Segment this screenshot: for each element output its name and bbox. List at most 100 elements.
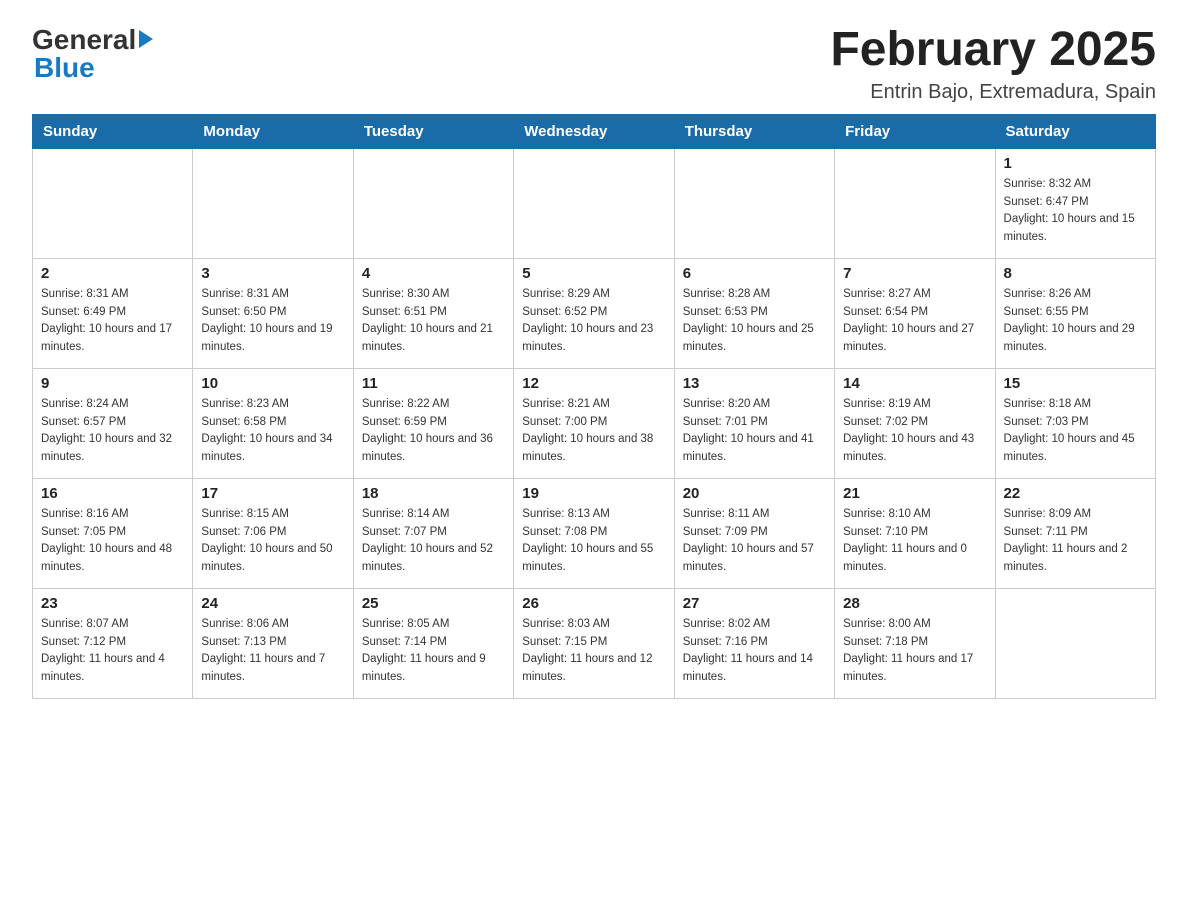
day-number: 1 — [1004, 155, 1147, 172]
day-number: 24 — [201, 595, 344, 612]
header-monday: Monday — [193, 114, 353, 148]
cell-week5-day0: 23 Sunrise: 8:07 AMSunset: 7:12 PMDayligh… — [33, 588, 193, 698]
cell-week1-day6: 1 Sunrise: 8:32 AMSunset: 6:47 PMDaylight… — [995, 148, 1155, 258]
cell-week4-day1: 17 Sunrise: 8:15 AMSunset: 7:06 PMDayligh… — [193, 478, 353, 588]
cell-week3-day4: 13 Sunrise: 8:20 AMSunset: 7:01 PMDayligh… — [674, 368, 834, 478]
cell-week5-day3: 26 Sunrise: 8:03 AMSunset: 7:15 PMDayligh… — [514, 588, 674, 698]
day-number: 20 — [683, 485, 826, 502]
day-number: 4 — [362, 265, 505, 282]
day-info: Sunrise: 8:30 AMSunset: 6:51 PMDaylight:… — [362, 286, 505, 357]
title-block: February 2025 Entrin Bajo, Extremadura, … — [830, 24, 1156, 104]
day-number: 19 — [522, 485, 665, 502]
day-info: Sunrise: 8:27 AMSunset: 6:54 PMDaylight:… — [843, 286, 986, 357]
day-info: Sunrise: 8:03 AMSunset: 7:15 PMDaylight:… — [522, 616, 665, 687]
day-info: Sunrise: 8:06 AMSunset: 7:13 PMDaylight:… — [201, 616, 344, 687]
day-info: Sunrise: 8:29 AMSunset: 6:52 PMDaylight:… — [522, 286, 665, 357]
header-tuesday: Tuesday — [353, 114, 513, 148]
cell-week4-day4: 20 Sunrise: 8:11 AMSunset: 7:09 PMDayligh… — [674, 478, 834, 588]
logo-blue-text: Blue — [34, 52, 95, 83]
day-number: 2 — [41, 265, 184, 282]
cell-week1-day0 — [33, 148, 193, 258]
cell-week5-day1: 24 Sunrise: 8:06 AMSunset: 7:13 PMDayligh… — [193, 588, 353, 698]
cell-week3-day6: 15 Sunrise: 8:18 AMSunset: 7:03 PMDayligh… — [995, 368, 1155, 478]
cell-week2-day1: 3 Sunrise: 8:31 AMSunset: 6:50 PMDaylight… — [193, 258, 353, 368]
day-info: Sunrise: 8:02 AMSunset: 7:16 PMDaylight:… — [683, 616, 826, 687]
day-number: 5 — [522, 265, 665, 282]
header-thursday: Thursday — [674, 114, 834, 148]
day-info: Sunrise: 8:07 AMSunset: 7:12 PMDaylight:… — [41, 616, 184, 687]
cell-week5-day4: 27 Sunrise: 8:02 AMSunset: 7:16 PMDayligh… — [674, 588, 834, 698]
cell-week1-day1 — [193, 148, 353, 258]
day-number: 16 — [41, 485, 184, 502]
day-number: 7 — [843, 265, 986, 282]
day-info: Sunrise: 8:05 AMSunset: 7:14 PMDaylight:… — [362, 616, 505, 687]
day-number: 12 — [522, 375, 665, 392]
day-number: 15 — [1004, 375, 1147, 392]
day-info: Sunrise: 8:31 AMSunset: 6:49 PMDaylight:… — [41, 286, 184, 357]
day-number: 6 — [683, 265, 826, 282]
cell-week4-day5: 21Sunrise: 8:10 AMSunset: 7:10 PMDayligh… — [835, 478, 995, 588]
week-row-5: 23 Sunrise: 8:07 AMSunset: 7:12 PMDayligh… — [33, 588, 1156, 698]
day-info: Sunrise: 8:14 AMSunset: 7:07 PMDaylight:… — [362, 506, 505, 577]
day-info: Sunrise: 8:19 AMSunset: 7:02 PMDaylight:… — [843, 396, 986, 467]
cell-week1-day3 — [514, 148, 674, 258]
day-number: 3 — [201, 265, 344, 282]
day-info: Sunrise: 8:00 AMSunset: 7:18 PMDaylight:… — [843, 616, 986, 687]
day-info: Sunrise: 8:32 AMSunset: 6:47 PMDaylight:… — [1004, 176, 1147, 247]
day-info: Sunrise: 8:26 AMSunset: 6:55 PMDaylight:… — [1004, 286, 1147, 357]
day-info: Sunrise: 8:11 AMSunset: 7:09 PMDaylight:… — [683, 506, 826, 577]
cell-week1-day4 — [674, 148, 834, 258]
week-row-4: 16 Sunrise: 8:16 AMSunset: 7:05 PMDayligh… — [33, 478, 1156, 588]
cell-week2-day6: 8 Sunrise: 8:26 AMSunset: 6:55 PMDaylight… — [995, 258, 1155, 368]
day-number: 17 — [201, 485, 344, 502]
day-info: Sunrise: 8:20 AMSunset: 7:01 PMDaylight:… — [683, 396, 826, 467]
day-info: Sunrise: 8:22 AMSunset: 6:59 PMDaylight:… — [362, 396, 505, 467]
cell-week5-day5: 28 Sunrise: 8:00 AMSunset: 7:18 PMDayligh… — [835, 588, 995, 698]
day-info: Sunrise: 8:24 AMSunset: 6:57 PMDaylight:… — [41, 396, 184, 467]
day-info: Sunrise: 8:28 AMSunset: 6:53 PMDaylight:… — [683, 286, 826, 357]
day-info: Sunrise: 8:23 AMSunset: 6:58 PMDaylight:… — [201, 396, 344, 467]
cell-week3-day2: 11Sunrise: 8:22 AMSunset: 6:59 PMDayligh… — [353, 368, 513, 478]
cell-week2-day0: 2 Sunrise: 8:31 AMSunset: 6:49 PMDaylight… — [33, 258, 193, 368]
day-info: Sunrise: 8:13 AMSunset: 7:08 PMDaylight:… — [522, 506, 665, 577]
day-number: 10 — [201, 375, 344, 392]
day-info: Sunrise: 8:16 AMSunset: 7:05 PMDaylight:… — [41, 506, 184, 577]
day-info: Sunrise: 8:15 AMSunset: 7:06 PMDaylight:… — [201, 506, 344, 577]
logo-arrow-icon — [139, 30, 153, 48]
day-number: 18 — [362, 485, 505, 502]
cell-week3-day1: 10 Sunrise: 8:23 AMSunset: 6:58 PMDayligh… — [193, 368, 353, 478]
day-info: Sunrise: 8:18 AMSunset: 7:03 PMDaylight:… — [1004, 396, 1147, 467]
cell-week4-day0: 16 Sunrise: 8:16 AMSunset: 7:05 PMDayligh… — [33, 478, 193, 588]
cell-week2-day3: 5 Sunrise: 8:29 AMSunset: 6:52 PMDaylight… — [514, 258, 674, 368]
day-info: Sunrise: 8:09 AMSunset: 7:11 PMDaylight:… — [1004, 506, 1147, 577]
cell-week2-day2: 4 Sunrise: 8:30 AMSunset: 6:51 PMDaylight… — [353, 258, 513, 368]
day-number: 28 — [843, 595, 986, 612]
cell-week3-day5: 14 Sunrise: 8:19 AMSunset: 7:02 PMDayligh… — [835, 368, 995, 478]
cell-week1-day5 — [835, 148, 995, 258]
calendar-header-row: Sunday Monday Tuesday Wednesday Thursday… — [33, 114, 1156, 148]
cell-week5-day2: 25Sunrise: 8:05 AMSunset: 7:14 PMDayligh… — [353, 588, 513, 698]
day-number: 22 — [1004, 485, 1147, 502]
header-friday: Friday — [835, 114, 995, 148]
day-info: Sunrise: 8:31 AMSunset: 6:50 PMDaylight:… — [201, 286, 344, 357]
cell-week4-day3: 19 Sunrise: 8:13 AMSunset: 7:08 PMDayligh… — [514, 478, 674, 588]
logo: General Blue — [32, 24, 153, 84]
cell-week4-day2: 18 Sunrise: 8:14 AMSunset: 7:07 PMDayligh… — [353, 478, 513, 588]
day-number: 23 — [41, 595, 184, 612]
day-number: 14 — [843, 375, 986, 392]
day-info: Sunrise: 8:21 AMSunset: 7:00 PMDaylight:… — [522, 396, 665, 467]
day-number: 9 — [41, 375, 184, 392]
day-number: 21 — [843, 485, 986, 502]
cell-week4-day6: 22 Sunrise: 8:09 AMSunset: 7:11 PMDayligh… — [995, 478, 1155, 588]
header-sunday: Sunday — [33, 114, 193, 148]
cell-week1-day2 — [353, 148, 513, 258]
cell-week5-day6 — [995, 588, 1155, 698]
day-number: 26 — [522, 595, 665, 612]
cell-week2-day4: 6 Sunrise: 8:28 AMSunset: 6:53 PMDaylight… — [674, 258, 834, 368]
day-number: 27 — [683, 595, 826, 612]
day-number: 8 — [1004, 265, 1147, 282]
week-row-3: 9 Sunrise: 8:24 AMSunset: 6:57 PMDaylight… — [33, 368, 1156, 478]
calendar-subtitle: Entrin Bajo, Extremadura, Spain — [830, 81, 1156, 104]
day-number: 13 — [683, 375, 826, 392]
header-saturday: Saturday — [995, 114, 1155, 148]
